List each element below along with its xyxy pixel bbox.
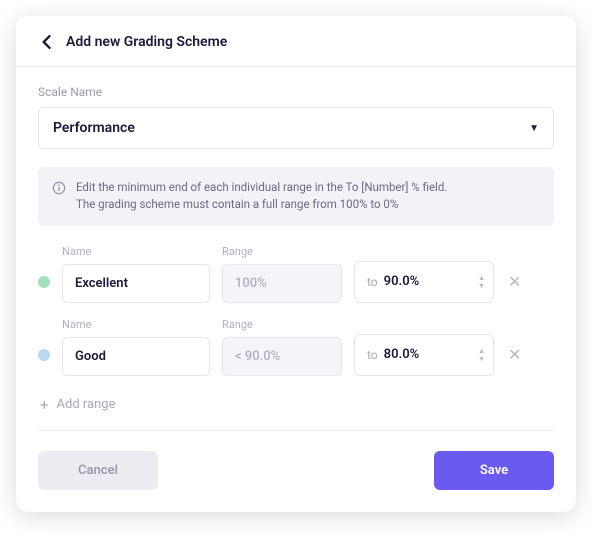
range-start-input — [222, 337, 342, 376]
color-dot — [38, 276, 50, 288]
range-to-input[interactable] — [384, 347, 440, 362]
modal-header: Add new Grading Scheme — [16, 16, 576, 67]
to-label: to — [367, 275, 378, 289]
range-col-label: Range — [222, 245, 342, 258]
range-start-input — [222, 264, 342, 303]
cancel-button[interactable]: Cancel — [38, 451, 158, 490]
scale-name-label: Scale Name — [38, 85, 554, 99]
add-range-button[interactable]: + Add range — [38, 388, 554, 431]
page-title: Add new Grading Scheme — [66, 34, 227, 50]
name-col-label: Name — [62, 318, 210, 331]
info-banner: Edit the minimum end of each individual … — [38, 167, 554, 226]
range-name-input[interactable] — [62, 337, 210, 376]
stepper-down-icon[interactable]: ▼ — [478, 355, 485, 363]
color-dot — [38, 349, 50, 361]
modal-body: Scale Name Performance ▼ Edit the minimu… — [16, 67, 576, 512]
to-label: to — [367, 348, 378, 362]
stepper-up-icon[interactable]: ▲ — [478, 347, 485, 355]
scale-name-select[interactable]: Performance ▼ — [38, 107, 554, 149]
range-row: Name Range . to ▲ ▼ ✕ — [38, 315, 554, 376]
range-to-wrap: to ▲ ▼ — [354, 261, 494, 303]
remove-row-icon[interactable]: ✕ — [506, 272, 523, 291]
info-icon — [52, 180, 66, 199]
chevron-down-icon: ▼ — [529, 123, 539, 134]
range-row: Name Range . to ▲ ▼ ✕ — [38, 242, 554, 303]
plus-icon: + — [40, 396, 49, 414]
range-name-input[interactable] — [62, 264, 210, 303]
quantity-stepper: ▲ ▼ — [478, 274, 485, 290]
range-to-input[interactable] — [384, 274, 440, 289]
remove-row-icon[interactable]: ✕ — [506, 345, 523, 364]
stepper-up-icon[interactable]: ▲ — [478, 274, 485, 282]
range-col-label: Range — [222, 318, 342, 331]
name-col-label: Name — [62, 245, 210, 258]
quantity-stepper: ▲ ▼ — [478, 347, 485, 363]
grading-scheme-modal: Add new Grading Scheme Scale Name Perfor… — [16, 16, 576, 512]
info-text: Edit the minimum end of each individual … — [76, 179, 447, 214]
modal-footer: Cancel Save — [38, 451, 554, 490]
scale-name-value: Performance — [53, 120, 135, 136]
add-range-label: Add range — [57, 397, 116, 412]
range-to-wrap: to ▲ ▼ — [354, 334, 494, 376]
back-icon[interactable] — [38, 34, 54, 50]
stepper-down-icon[interactable]: ▼ — [478, 282, 485, 290]
save-button[interactable]: Save — [434, 451, 554, 490]
